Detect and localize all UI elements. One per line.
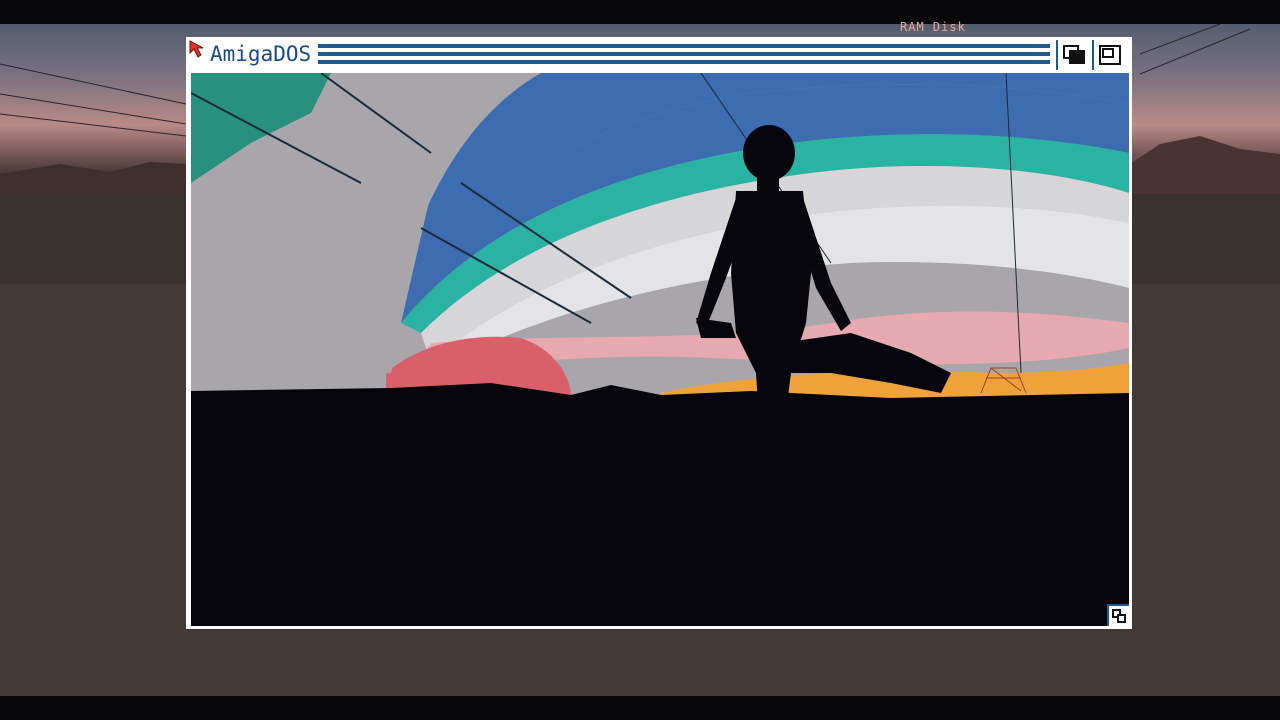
depth-gadget-button[interactable] bbox=[1056, 40, 1090, 70]
ram-disk-label[interactable]: RAM Disk bbox=[900, 20, 966, 34]
zoom-gadget-button[interactable] bbox=[1092, 40, 1126, 70]
window-title: AmigaDOS bbox=[210, 42, 312, 66]
size-gadget-button[interactable] bbox=[1107, 604, 1129, 626]
window-content bbox=[191, 73, 1129, 626]
amigados-window[interactable]: AmigaDOS bbox=[186, 37, 1132, 629]
title-drag-bar[interactable] bbox=[318, 44, 1050, 66]
silhouette-artwork bbox=[191, 73, 1129, 626]
letterbox-top bbox=[0, 0, 1280, 24]
window-titlebar[interactable]: AmigaDOS bbox=[188, 39, 1130, 71]
letterbox-bottom bbox=[0, 696, 1280, 720]
